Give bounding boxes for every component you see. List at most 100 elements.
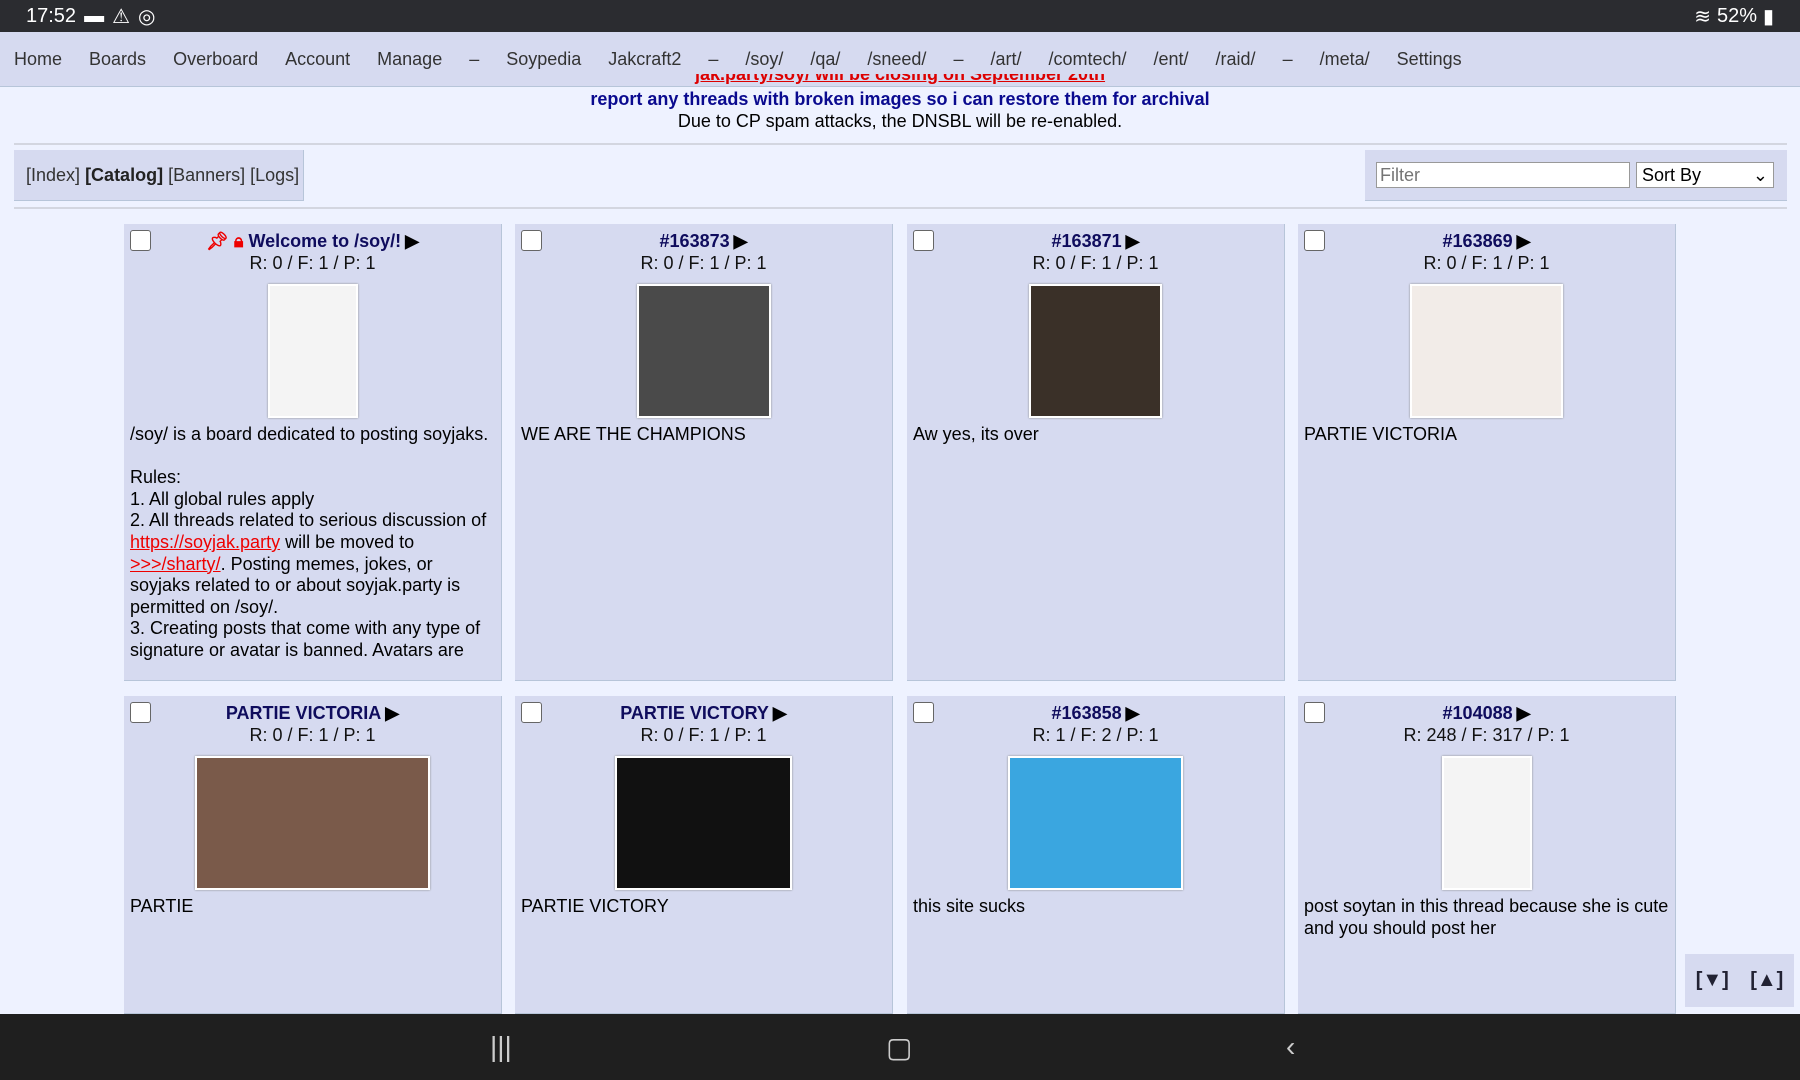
back-icon[interactable]: ‹ [1286, 1031, 1295, 1063]
thread-title[interactable]: PARTIE VICTORY [620, 703, 769, 723]
catalog-controls: Sort By ⌄ [1365, 150, 1787, 201]
thread-thumbnail[interactable] [615, 756, 792, 890]
divider [14, 143, 1787, 145]
thread-title[interactable]: #163858 [1052, 703, 1122, 723]
thread-checkbox[interactable] [1304, 230, 1325, 251]
battery-level: 52% [1716, 4, 1757, 27]
home-icon[interactable]: ▢ [886, 1031, 912, 1064]
catalog-thread: #104088 ▶ R: 248 / F: 317 / P: 1 post soy… [1298, 696, 1676, 1014]
catalog-thread: PARTIE VICTORIA ▶ R: 0 / F: 1 / P: 1 PART… [124, 696, 502, 1014]
thread-title[interactable]: #163871 [1052, 231, 1122, 251]
catalog-thread: #163858 ▶ R: 1 / F: 2 / P: 1 this site su… [907, 696, 1285, 1014]
expand-arrow-icon[interactable]: ▶ [1126, 231, 1140, 251]
banners-link[interactable]: [Banners] [168, 165, 245, 186]
nav-item[interactable]: Boards [89, 49, 146, 70]
broken-images-notice: report any threads with broken images so… [590, 89, 1210, 109]
scroll-up-button[interactable]: [▲] [1750, 969, 1783, 992]
nav-item[interactable]: /soy/ [745, 49, 783, 70]
expand-arrow-icon[interactable]: ▶ [405, 231, 419, 251]
thread-body: PARTIE [130, 896, 194, 916]
expand-arrow-icon[interactable]: ▶ [773, 703, 787, 723]
expand-arrow-icon[interactable]: ▶ [734, 231, 748, 251]
filter-input[interactable] [1376, 162, 1630, 188]
divider [14, 207, 1787, 209]
thread-thumbnail[interactable] [1410, 284, 1563, 418]
nav-item[interactable]: Settings [1397, 49, 1462, 70]
catalog-thread: #163871 ▶ R: 0 / F: 1 / P: 1 Aw yes, its … [907, 224, 1285, 681]
thread-checkbox[interactable] [521, 702, 542, 723]
nav-item[interactable]: /ent/ [1154, 49, 1189, 70]
sort-select[interactable]: Sort By ⌄ [1636, 162, 1774, 188]
catalog-link[interactable]: [Catalog] [85, 165, 163, 186]
announcements: jak.party/soy/ will be closing on Septem… [0, 74, 1800, 132]
nav-item[interactable]: /sneed/ [867, 49, 926, 70]
nav-item[interactable]: Overboard [173, 49, 258, 70]
nav-separator: – [1282, 48, 1293, 69]
thread-body: /soy/ is a board dedicated to posting so… [124, 418, 501, 668]
thread-body: PARTIE VICTORIA [1304, 424, 1458, 444]
scroll-buttons: [▼] [▲] [1685, 954, 1794, 1007]
thread-thumbnail[interactable] [1029, 284, 1162, 418]
nav-item[interactable]: Jakcraft2 [608, 49, 681, 70]
nav-item[interactable]: Account [285, 49, 350, 70]
dnsbl-notice: Due to CP spam attacks, the DNSBL will b… [677, 111, 1123, 131]
sharty-link[interactable]: >>>/sharty/ [130, 554, 221, 574]
expand-arrow-icon[interactable]: ▶ [1517, 231, 1531, 251]
expand-arrow-icon[interactable]: ▶ [385, 703, 399, 723]
catalog-thread: #163873 ▶ R: 0 / F: 1 / P: 1 WE ARE THE C… [515, 224, 893, 681]
thread-body: post soytan in this thread because she i… [1304, 896, 1674, 938]
clock: 17:52 [26, 4, 77, 27]
thread-stats: R: 0 / F: 1 / P: 1 [640, 253, 767, 273]
nav-separator: – [469, 48, 480, 69]
thread-stats: R: 0 / F: 1 / P: 1 [249, 725, 376, 745]
thread-checkbox[interactable] [130, 230, 151, 251]
thread-body: this site sucks [913, 896, 1026, 916]
wifi-icon: ≋ [1694, 5, 1711, 28]
android-nav-bar: ||| ▢ ‹ [0, 1014, 1800, 1080]
expand-arrow-icon[interactable]: ▶ [1126, 703, 1140, 723]
nav-item[interactable]: Manage [377, 49, 442, 70]
logs-link[interactable]: [Logs] [250, 165, 299, 186]
thread-thumbnail[interactable] [636, 284, 771, 418]
thread-title[interactable]: Welcome to /soy/! [248, 231, 401, 251]
board-links: [Index] [Catalog] [Banners] [Logs] [14, 150, 304, 201]
thread-title[interactable]: #163873 [660, 231, 730, 251]
closing-notice[interactable]: jak.party/soy/ will be closing on Septem… [0, 74, 1800, 88]
nav-item[interactable]: Home [14, 49, 62, 70]
pin-icon: 📌︎ [205, 231, 229, 251]
thread-stats: R: 0 / F: 1 / P: 1 [1032, 253, 1159, 273]
index-link[interactable]: [Index] [26, 165, 80, 186]
scroll-down-button[interactable]: [▼] [1696, 969, 1729, 992]
thread-checkbox[interactable] [521, 230, 542, 251]
thread-title[interactable]: PARTIE VICTORIA [226, 703, 381, 723]
thread-checkbox[interactable] [1304, 702, 1325, 723]
expand-arrow-icon[interactable]: ▶ [1517, 703, 1531, 723]
nav-item[interactable]: /comtech/ [1048, 49, 1126, 70]
thread-stats: R: 248 / F: 317 / P: 1 [1403, 725, 1570, 745]
thread-thumbnail[interactable] [1008, 756, 1183, 890]
nav-item[interactable]: /art/ [990, 49, 1021, 70]
folder-icon: ▬ [84, 4, 105, 27]
thread-title[interactable]: #163869 [1443, 231, 1513, 251]
thread-title[interactable]: #104088 [1443, 703, 1513, 723]
nav-item[interactable]: /meta/ [1320, 49, 1370, 70]
recent-apps-icon[interactable]: ||| [490, 1031, 512, 1063]
sync-icon: ◎ [138, 5, 156, 28]
catalog-thread: #163869 ▶ R: 0 / F: 1 / P: 1 PARTIE VICTO… [1298, 224, 1676, 681]
lock-icon: 🔒︎ [233, 231, 244, 251]
nav-item[interactable]: /raid/ [1216, 49, 1256, 70]
nav-item[interactable]: /qa/ [810, 49, 840, 70]
soyjak-party-link[interactable]: https://soyjak.party [130, 532, 280, 552]
nav-item[interactable]: Soypedia [506, 49, 581, 70]
thread-thumbnail[interactable] [1441, 756, 1532, 890]
sort-label: Sort By [1642, 164, 1702, 185]
battery-icon: ▮ [1762, 5, 1774, 28]
thread-checkbox[interactable] [130, 702, 151, 723]
thread-body: WE ARE THE CHAMPIONS [521, 424, 746, 444]
warning-icon: ⚠ [112, 5, 130, 28]
thread-checkbox[interactable] [913, 702, 934, 723]
thread-stats: R: 1 / F: 2 / P: 1 [1032, 725, 1159, 745]
thread-thumbnail[interactable] [267, 284, 358, 418]
thread-thumbnail[interactable] [195, 756, 430, 890]
thread-checkbox[interactable] [913, 230, 934, 251]
